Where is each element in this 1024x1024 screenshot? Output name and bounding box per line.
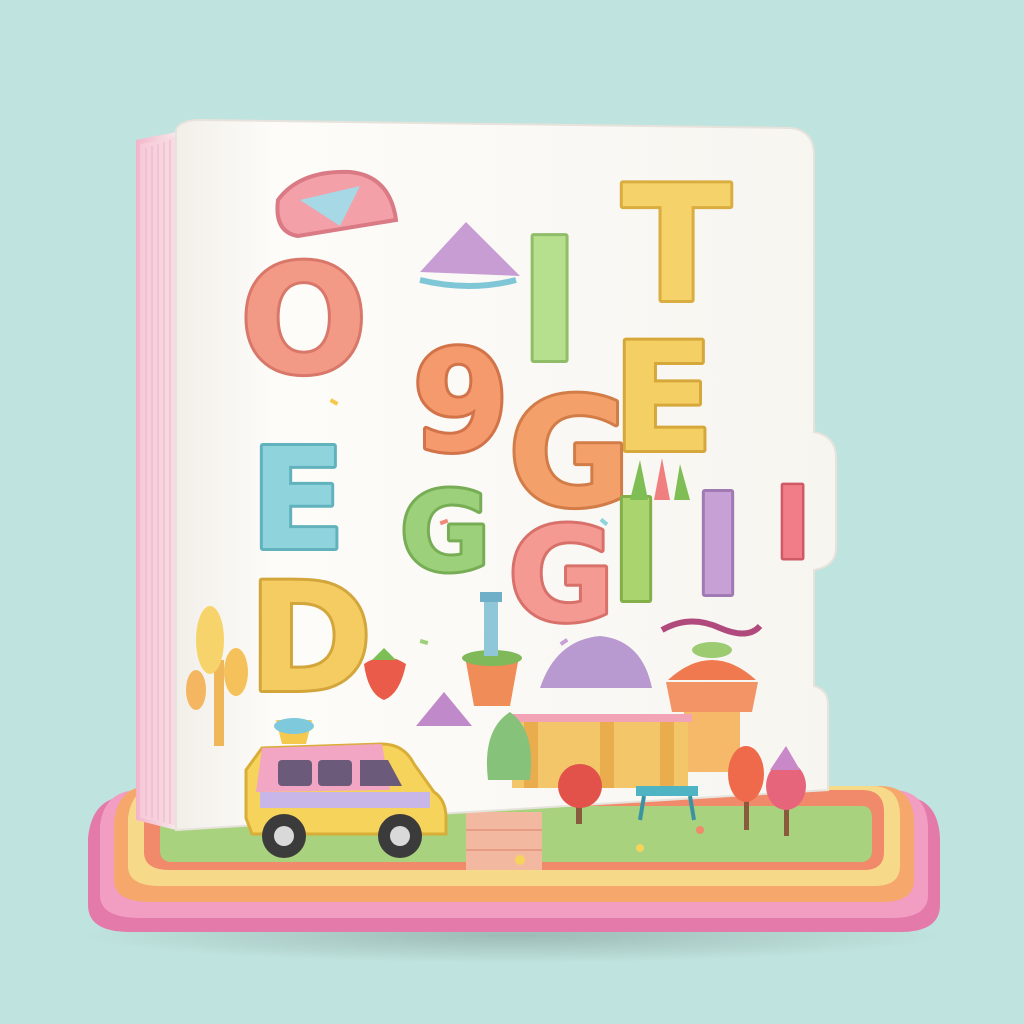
letter-o: O [240, 234, 368, 408]
letter-d: D [248, 552, 373, 726]
letter-9: 9 [412, 321, 509, 484]
letter-g-green: G [400, 468, 490, 596]
letter-i-purple: I [692, 465, 744, 628]
van-window [278, 760, 312, 786]
letter-i-red: I [774, 465, 811, 582]
letter-g-pink: G [508, 499, 615, 651]
scene-illustration: O I T E 9 G E G G I I I D [82, 118, 942, 963]
toy-book-scene: O I T E 9 G E G G I I I D [0, 0, 1024, 1024]
letter-t: T [622, 151, 731, 338]
